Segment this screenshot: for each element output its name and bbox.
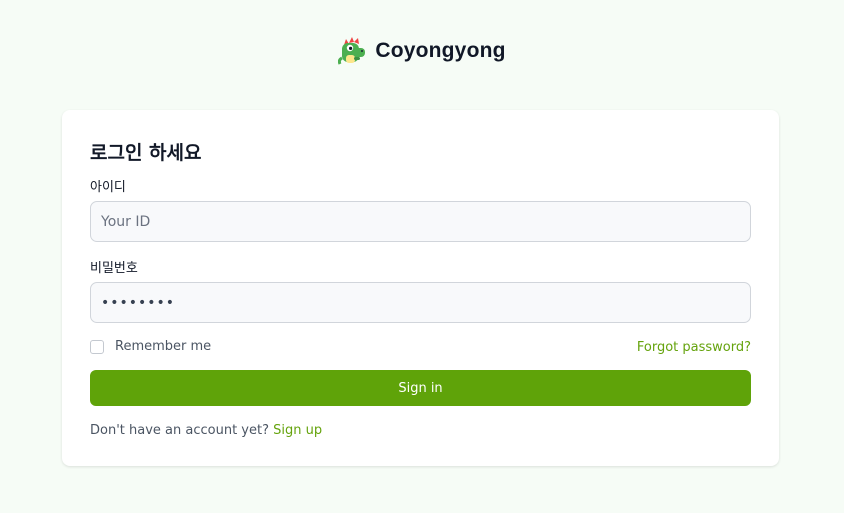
sign-in-button[interactable]: Sign in (90, 370, 751, 406)
password-label: 비밀번호 (90, 261, 138, 276)
remember-me-label[interactable]: Remember me (115, 339, 211, 354)
signup-row: Don't have an account yet? Sign up (90, 423, 322, 438)
signup-prompt: Don't have an account yet? (90, 423, 269, 438)
id-input[interactable] (90, 201, 751, 242)
remember-me-row: Remember me (90, 339, 211, 354)
id-label: 아이디 (90, 180, 126, 195)
login-card: 로그인 하세요 아이디 비밀번호 Remember me Forgot pass… (62, 110, 779, 466)
page-title: 로그인 하세요 (90, 142, 202, 164)
remember-me-checkbox[interactable] (90, 339, 104, 354)
brand-name: Coyongyong (375, 39, 506, 62)
forgot-password-link[interactable]: Forgot password? (637, 340, 751, 355)
brand-header: Coyongyong (0, 36, 844, 66)
password-input[interactable] (90, 282, 751, 323)
sign-up-link[interactable]: Sign up (273, 423, 322, 438)
dragon-mascot-icon (338, 37, 366, 65)
